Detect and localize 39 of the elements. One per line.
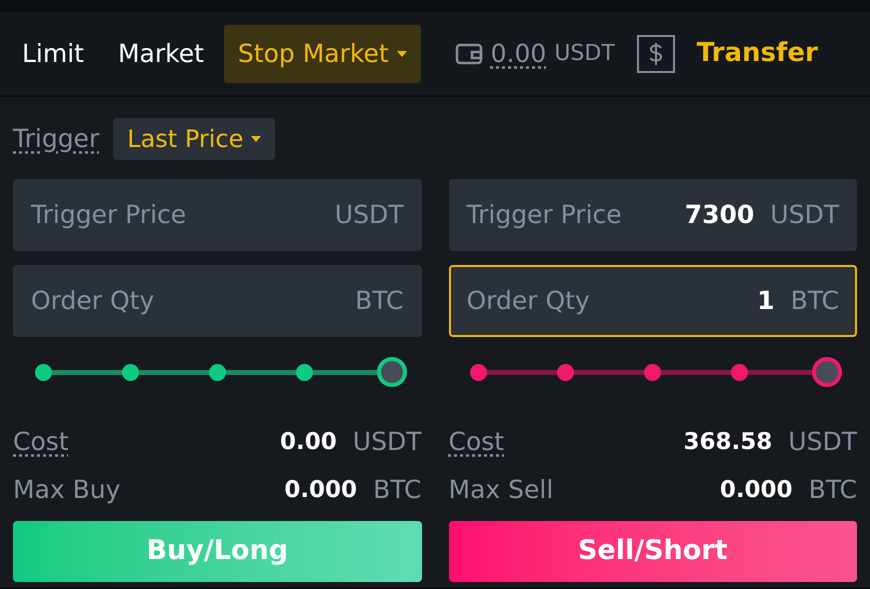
row-value: 368.58 [684, 428, 772, 457]
trigger-type-dropdown[interactable]: Last Price [113, 118, 276, 160]
unit-label: USDT [334, 199, 404, 232]
input-field[interactable]: Trigger Price USDT [13, 179, 422, 251]
row-value: 0.00 [280, 428, 337, 457]
row-label: Max Buy [13, 474, 122, 506]
trigger-label: Trigger [13, 123, 100, 156]
row-value: 0.000 [720, 476, 793, 505]
transfer-button[interactable]: Transfer [696, 34, 818, 73]
input-field[interactable]: Trigger Price 7300 USDT [448, 179, 857, 251]
unit-label: BTC [808, 474, 857, 506]
field-label: Trigger Price [466, 199, 623, 232]
balance-amount: 0.00 [490, 38, 546, 70]
row-value: 0.000 [284, 476, 358, 505]
unit-label: USDT [770, 199, 839, 232]
row-label: Cost [13, 426, 70, 458]
row-label: Max Sell [448, 474, 554, 506]
caret-icon [251, 136, 262, 142]
unit-label: BTC [355, 285, 404, 318]
slider-thumb[interactable] [376, 357, 406, 387]
field-label: Order Qty [466, 285, 591, 318]
input-field[interactable]: Order Qty 1 BTC [448, 265, 857, 337]
field-label: Order Qty [31, 285, 156, 318]
field-label: Trigger Price [31, 199, 188, 232]
field-value: 7300 [684, 199, 754, 232]
row-label: Cost [448, 426, 506, 458]
balance-unit: USDT [554, 40, 615, 68]
wallet-icon [454, 42, 483, 64]
order-type-tab[interactable]: Market [104, 24, 218, 82]
unit-label: BTC [373, 474, 422, 506]
input-field[interactable]: Order Qty BTC [13, 265, 422, 337]
field-value: 1 [757, 285, 775, 318]
unit-label: USDT [352, 426, 422, 458]
order-type-tab[interactable]: Limit [8, 24, 98, 82]
unit-label: BTC [790, 285, 839, 318]
dollar-icon[interactable] [636, 34, 675, 72]
unit-label: USDT [788, 426, 857, 458]
order-type-tab[interactable]: Stop Market [224, 24, 421, 82]
slider-thumb[interactable] [812, 357, 842, 387]
